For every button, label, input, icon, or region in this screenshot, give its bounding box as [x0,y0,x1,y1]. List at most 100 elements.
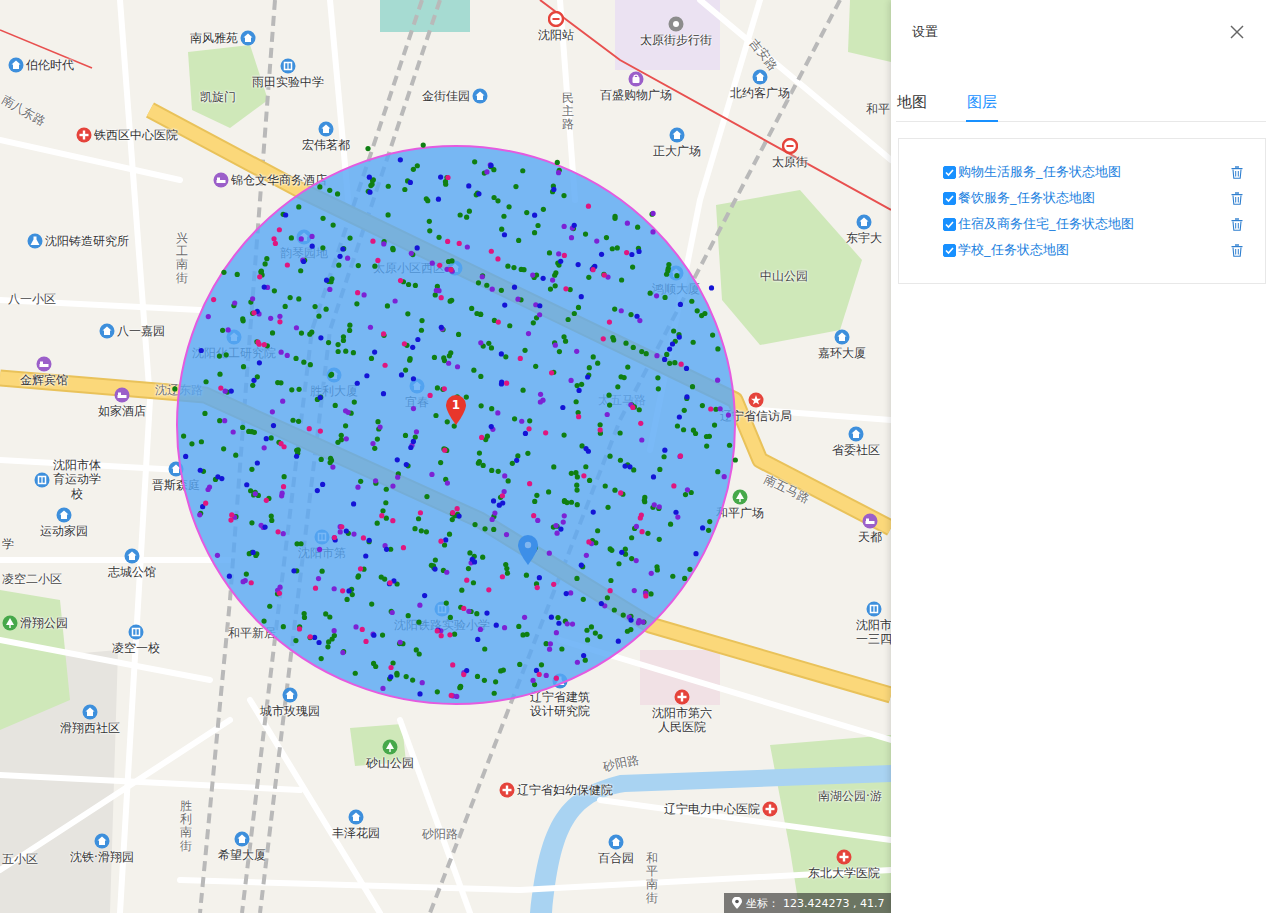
poi-dot[interactable] [579,294,584,299]
poi-dot[interactable] [411,376,416,381]
poi-dot[interactable] [435,385,440,390]
poi-dot[interactable] [296,296,301,301]
poi-dot[interactable] [548,641,553,646]
poi-dot[interactable] [217,418,222,423]
poi-dot[interactable] [392,298,397,303]
poi-dot[interactable] [299,236,304,241]
poi-dot[interactable] [516,624,521,629]
poi-dot[interactable] [562,513,567,518]
poi-dot[interactable] [275,529,280,534]
poi-dot[interactable] [298,268,303,273]
poi-dot[interactable] [375,521,380,526]
poi-dot[interactable] [307,426,312,431]
map-label[interactable]: 和平南街 [646,852,658,905]
map-label[interactable]: 八一小区 [8,292,56,306]
poi-dot[interactable] [320,569,325,574]
poi-dot[interactable] [564,591,569,596]
poi-dot[interactable] [288,295,293,300]
poi-dot[interactable] [251,378,256,383]
layer-checkbox[interactable] [943,244,956,257]
poi-dot[interactable] [355,290,360,295]
poi-dot[interactable] [250,383,255,388]
poi-dot[interactable] [419,328,424,333]
poi-dot[interactable] [172,386,177,391]
poi-dot[interactable] [391,247,396,252]
poi-dot[interactable] [562,253,567,258]
poi-dot[interactable] [700,525,705,530]
poi-dot[interactable] [733,457,738,462]
poi-dot[interactable] [279,493,284,498]
poi-dot[interactable] [457,241,462,246]
map-label[interactable]: 胜利南街 [180,800,192,853]
poi-dot[interactable] [375,419,380,424]
poi-dot[interactable] [619,308,624,313]
poi-dot[interactable] [370,441,375,446]
map-label[interactable]: 凯旋门 [200,90,236,104]
map-label[interactable]: 滑翔西社区 [60,704,120,735]
poi-dot[interactable] [228,518,233,523]
poi-dot[interactable] [689,299,694,304]
poi-dot[interactable] [361,292,366,297]
poi-dot[interactable] [506,478,511,483]
poi-dot[interactable] [383,500,388,505]
poi-dot[interactable] [294,325,299,330]
poi-dot[interactable] [312,635,317,640]
poi-dot[interactable] [337,254,342,259]
poi-dot[interactable] [573,470,578,475]
poi-dot[interactable] [662,357,667,362]
poi-dot[interactable] [271,423,276,428]
map-label[interactable]: 南湖公园·游 [818,789,882,803]
poi-dot[interactable] [270,330,275,335]
poi-dot[interactable] [373,664,378,669]
poi-dot[interactable] [367,175,372,180]
poi-dot[interactable] [706,528,711,533]
poi-dot[interactable] [296,387,301,392]
poi-dot[interactable] [554,676,559,681]
map-label[interactable]: 和平 [866,102,890,116]
map-label[interactable]: 丰泽花园 [332,809,380,840]
poi-dot[interactable] [597,634,602,639]
poi-dot[interactable] [674,273,679,278]
poi-dot[interactable] [722,474,727,479]
poi-dot[interactable] [532,230,537,235]
poi-dot[interactable] [439,325,444,330]
poi-dot[interactable] [353,671,358,676]
poi-dot[interactable] [405,311,410,316]
poi-dot[interactable] [437,263,442,268]
poi-dot[interactable] [650,211,655,216]
poi-dot[interactable] [561,519,566,524]
poi-dot[interactable] [323,611,328,616]
map-label[interactable]: 宏伟茗都 [302,121,350,152]
poi-dot[interactable] [369,602,374,607]
poi-dot[interactable] [661,454,666,459]
poi-dot[interactable] [561,334,566,339]
map-label[interactable]: 太原街 [772,138,808,169]
poi-dot[interactable] [643,593,648,598]
poi-dot[interactable] [408,180,413,185]
poi-dot[interactable] [386,184,391,189]
poi-dot[interactable] [607,454,612,459]
poi-dot[interactable] [555,160,560,165]
poi-dot[interactable] [328,460,333,465]
poi-dot[interactable] [556,170,561,175]
poi-dot[interactable] [502,473,507,478]
poi-dot[interactable] [562,498,567,503]
map-label[interactable]: 沈阳市体育运动学校 [34,458,102,501]
poi-dot[interactable] [472,522,477,527]
poi-dot[interactable] [398,157,403,162]
poi-dot[interactable] [259,269,264,274]
poi-dot[interactable] [343,423,348,428]
poi-dot[interactable] [491,167,496,172]
poi-dot[interactable] [715,378,720,383]
poi-dot[interactable] [671,328,676,333]
poi-dot[interactable] [264,498,269,503]
poi-dot[interactable] [495,198,500,203]
map-label[interactable]: 沈阳铸造研究所 [27,233,129,249]
poi-dot[interactable] [293,638,298,643]
poi-dot[interactable] [411,406,416,411]
poi-dot[interactable] [583,658,588,663]
layer-checkbox[interactable] [943,218,956,231]
poi-dot[interactable] [598,427,603,432]
map-view[interactable]: 南风雅苑 伯伦时代 雨田实验中学 金街佳园 沈阳站 太原街步行街 百盛购物广场 … [0,0,891,913]
poi-dot[interactable] [340,588,345,593]
